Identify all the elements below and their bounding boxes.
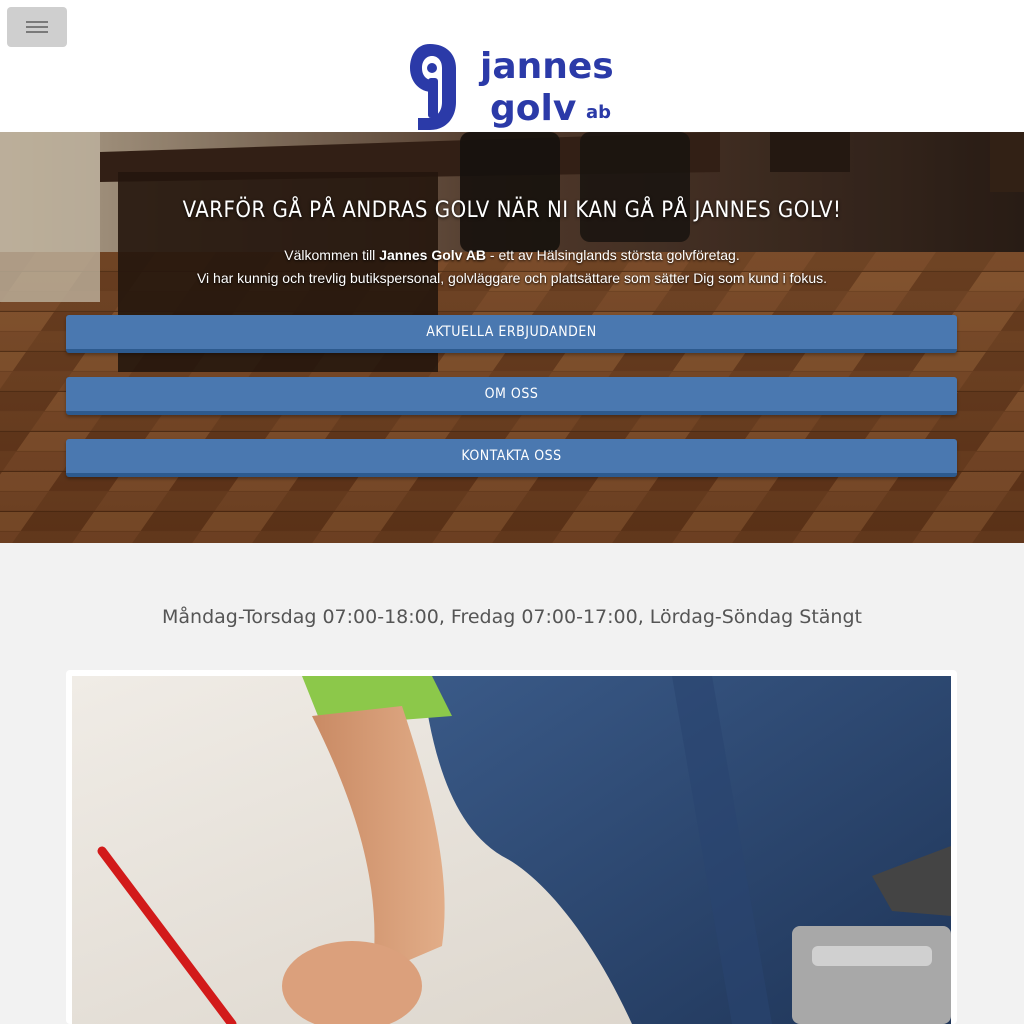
hamburger-icon — [26, 21, 48, 33]
intro-suffix: - ett av Hälsinglands största golvföreta… — [486, 247, 740, 263]
image-card — [66, 670, 957, 1024]
offers-button-label: AKTUELLA ERBJUDANDEN — [426, 324, 597, 340]
offers-button[interactable]: AKTUELLA ERBJUDANDEN — [66, 315, 957, 353]
site-header: jannes golv ab — [0, 0, 1024, 132]
about-button-label: OM OSS — [484, 386, 539, 402]
hero-section: VARFÖR GÅ PÅ ANDRAS GOLV NÄR NI KAN GÅ P… — [0, 132, 1024, 543]
contact-button-label: KONTAKTA OSS — [461, 448, 562, 464]
menu-toggle-button[interactable] — [7, 7, 67, 47]
logo-text-line2: golv — [490, 88, 576, 129]
logo-text-line1: jannes — [478, 46, 614, 87]
intro-prefix: Välkommen till — [284, 247, 380, 263]
contact-button[interactable]: KONTAKTA OSS — [66, 439, 957, 477]
logo-text-suffix: ab — [586, 102, 611, 123]
intro-brand: Jannes Golv AB — [379, 247, 487, 263]
hero-title: VARFÖR GÅ PÅ ANDRAS GOLV NÄR NI KAN GÅ P… — [182, 198, 842, 223]
hero-intro: Välkommen till Jannes Golv AB - ett av H… — [0, 244, 1024, 290]
intro-line2: Vi har kunnig och trevlig butikspersonal… — [196, 270, 828, 286]
jannes-golv-logo[interactable]: jannes golv ab — [408, 40, 620, 134]
about-button[interactable]: OM OSS — [66, 377, 957, 415]
floor-installer-photo — [72, 676, 951, 1024]
opening-hours: Måndag-Torsdag 07:00-18:00, Fredag 07:00… — [161, 606, 862, 628]
